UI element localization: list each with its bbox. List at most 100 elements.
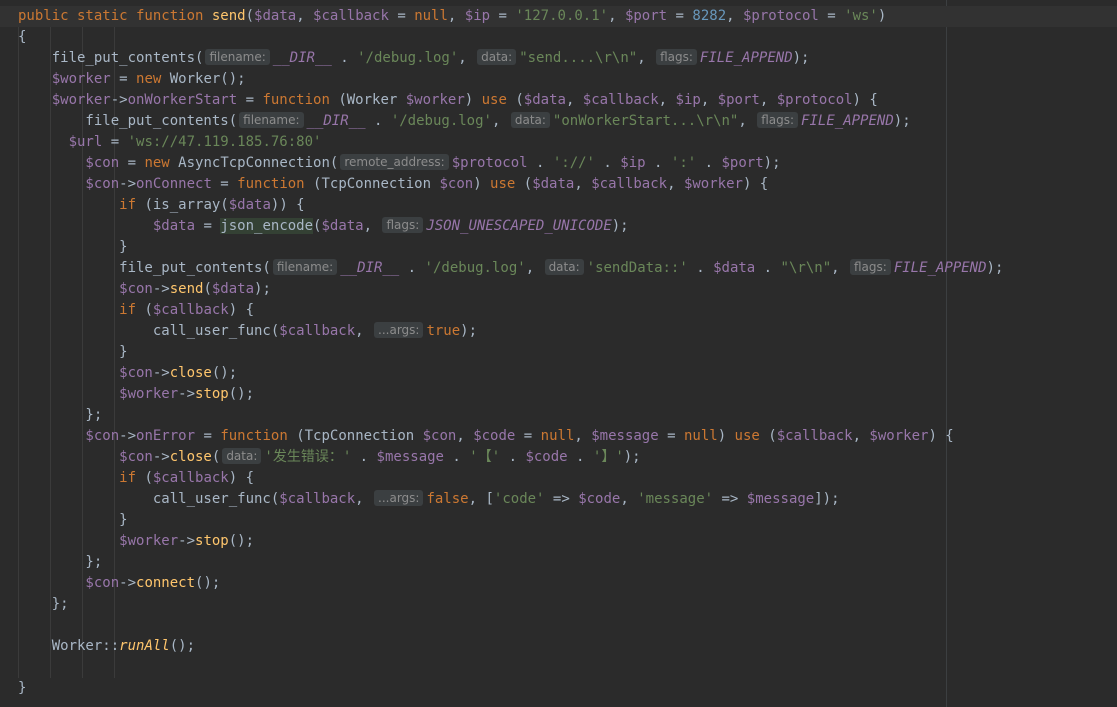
parameter-hint: flags:: [382, 217, 424, 233]
code-token: $worker: [18, 386, 179, 402]
code-token: ();: [169, 638, 196, 654]
code-line[interactable]: [0, 657, 1117, 678]
code-line[interactable]: };: [0, 552, 1117, 573]
code-token: );: [792, 50, 810, 66]
code-token: $callback: [313, 8, 389, 24]
code-token: runAll: [119, 638, 170, 654]
code-line[interactable]: };: [0, 405, 1117, 426]
indent-guide: [50, 27, 51, 48]
code-line[interactable]: file_put_contents(filename: __DIR__ . '/d…: [0, 48, 1117, 69]
code-line[interactable]: call_user_func($callback, ...args: false,…: [0, 489, 1117, 510]
code-line[interactable]: };: [0, 594, 1117, 615]
code-text: $con->onConnect = function (TcpConnectio…: [18, 174, 768, 195]
code-line[interactable]: file_put_contents(filename: __DIR__ . '/d…: [0, 111, 1117, 132]
code-token: (: [523, 176, 533, 192]
code-line[interactable]: $worker->stop();: [0, 531, 1117, 552]
code-token: file_put_contents(: [18, 260, 271, 276]
code-token: $worker: [18, 71, 111, 87]
code-token: ): [877, 8, 887, 24]
code-line[interactable]: call_user_func($callback, ...args: true);: [0, 321, 1117, 342]
code-text: $worker->onWorkerStart = function (Worke…: [18, 90, 878, 111]
code-line[interactable]: $con->connect();: [0, 573, 1117, 594]
code-token: $worker: [18, 92, 111, 108]
code-line[interactable]: $con->send($data);: [0, 279, 1117, 300]
code-token: $worker: [18, 533, 179, 549]
code-token: __DIR__: [306, 113, 366, 129]
code-token: $con: [18, 155, 120, 171]
code-token: ) {: [852, 92, 878, 108]
code-line[interactable]: $con = new AsyncTcpConnection(remote_add…: [0, 153, 1117, 174]
code-token: );: [611, 218, 629, 234]
code-line[interactable]: }: [0, 237, 1117, 258]
code-token: if: [18, 470, 145, 486]
code-line[interactable]: Worker::runAll();: [0, 636, 1117, 657]
code-line[interactable]: }: [0, 342, 1117, 363]
code-line[interactable]: if ($callback) {: [0, 468, 1117, 489]
code-token: __DIR__: [340, 260, 400, 276]
code-text: $worker->stop();: [18, 531, 254, 552]
code-token: );: [254, 281, 271, 297]
code-token: ,: [574, 176, 592, 192]
code-token: (: [144, 470, 153, 486]
code-token: ();: [195, 575, 221, 591]
code-token: );: [893, 113, 911, 129]
code-token: .: [696, 155, 722, 171]
code-token: =: [119, 155, 145, 171]
code-line[interactable]: $con->onConnect = function (TcpConnectio…: [0, 174, 1117, 195]
code-line[interactable]: $worker->onWorkerStart = function (Worke…: [0, 90, 1117, 111]
code-line[interactable]: $con->close();: [0, 363, 1117, 384]
code-token: $con: [439, 176, 474, 192]
indent-guide: [18, 615, 19, 636]
code-text: Worker::runAll();: [18, 636, 195, 657]
code-token: ();: [228, 533, 255, 549]
code-token: if: [18, 302, 145, 318]
code-line[interactable]: }: [0, 510, 1117, 531]
code-token: $data: [18, 218, 196, 234]
code-line[interactable]: [0, 615, 1117, 636]
code-token: $con: [18, 365, 153, 381]
code-token: =: [102, 134, 128, 150]
code-token: ,: [658, 92, 676, 108]
code-line[interactable]: if ($callback) {: [0, 300, 1117, 321]
code-token: }: [18, 680, 27, 696]
code-token: ) {: [742, 176, 769, 192]
code-token: ,: [525, 260, 543, 276]
code-line[interactable]: }: [0, 678, 1117, 699]
code-text: {: [18, 27, 26, 48]
code-text: $data = json_encode($data, flags: JSON_UN…: [18, 216, 629, 237]
code-token: =: [658, 428, 684, 444]
code-line[interactable]: $con->close(data: '发生错误：' . $message . '【…: [0, 447, 1117, 468]
code-token: '127.0.0.1': [515, 8, 609, 24]
indent-guide: [114, 27, 115, 48]
code-token: (TcpConnection: [313, 176, 440, 192]
code-token: ): [473, 176, 491, 192]
code-text: $con = new AsyncTcpConnection(remote_add…: [18, 153, 781, 174]
code-line[interactable]: $worker = new Worker();: [0, 69, 1117, 90]
code-token: {: [18, 29, 27, 45]
code-line[interactable]: $url = 'ws://47.119.185.76:80': [0, 132, 1117, 153]
indent-guide: [114, 615, 115, 636]
code-token: send: [211, 8, 246, 24]
code-token: ,: [759, 92, 777, 108]
indent-guide: [82, 657, 83, 678]
code-token: close: [169, 449, 212, 465]
code-token: $callback: [279, 323, 356, 339]
code-token: stop: [195, 386, 229, 402]
indent-guide: [18, 657, 19, 678]
code-line[interactable]: $data = json_encode($data, flags: JSON_UN…: [0, 216, 1117, 237]
code-token: ) {: [228, 470, 255, 486]
code-line[interactable]: if (is_array($data)) {: [0, 195, 1117, 216]
code-text: $con->send($data);: [18, 279, 271, 300]
code-token: public static function: [18, 8, 212, 24]
code-token: =: [110, 71, 137, 87]
code-token: .: [645, 155, 671, 171]
code-token: function: [220, 428, 297, 444]
code-line[interactable]: public static function send($data, $call…: [0, 6, 1117, 27]
code-line[interactable]: $worker->stop();: [0, 384, 1117, 405]
code-line[interactable]: file_put_contents(filename: __DIR__ . '/d…: [0, 258, 1117, 279]
code-token: }: [18, 344, 128, 360]
code-line[interactable]: $con->onError = function (TcpConnection …: [0, 426, 1117, 447]
code-token: json_encode: [220, 218, 314, 234]
code-line[interactable]: {: [0, 27, 1117, 48]
code-editor[interactable]: public static function send ( $data, $call…: [0, 0, 1117, 707]
